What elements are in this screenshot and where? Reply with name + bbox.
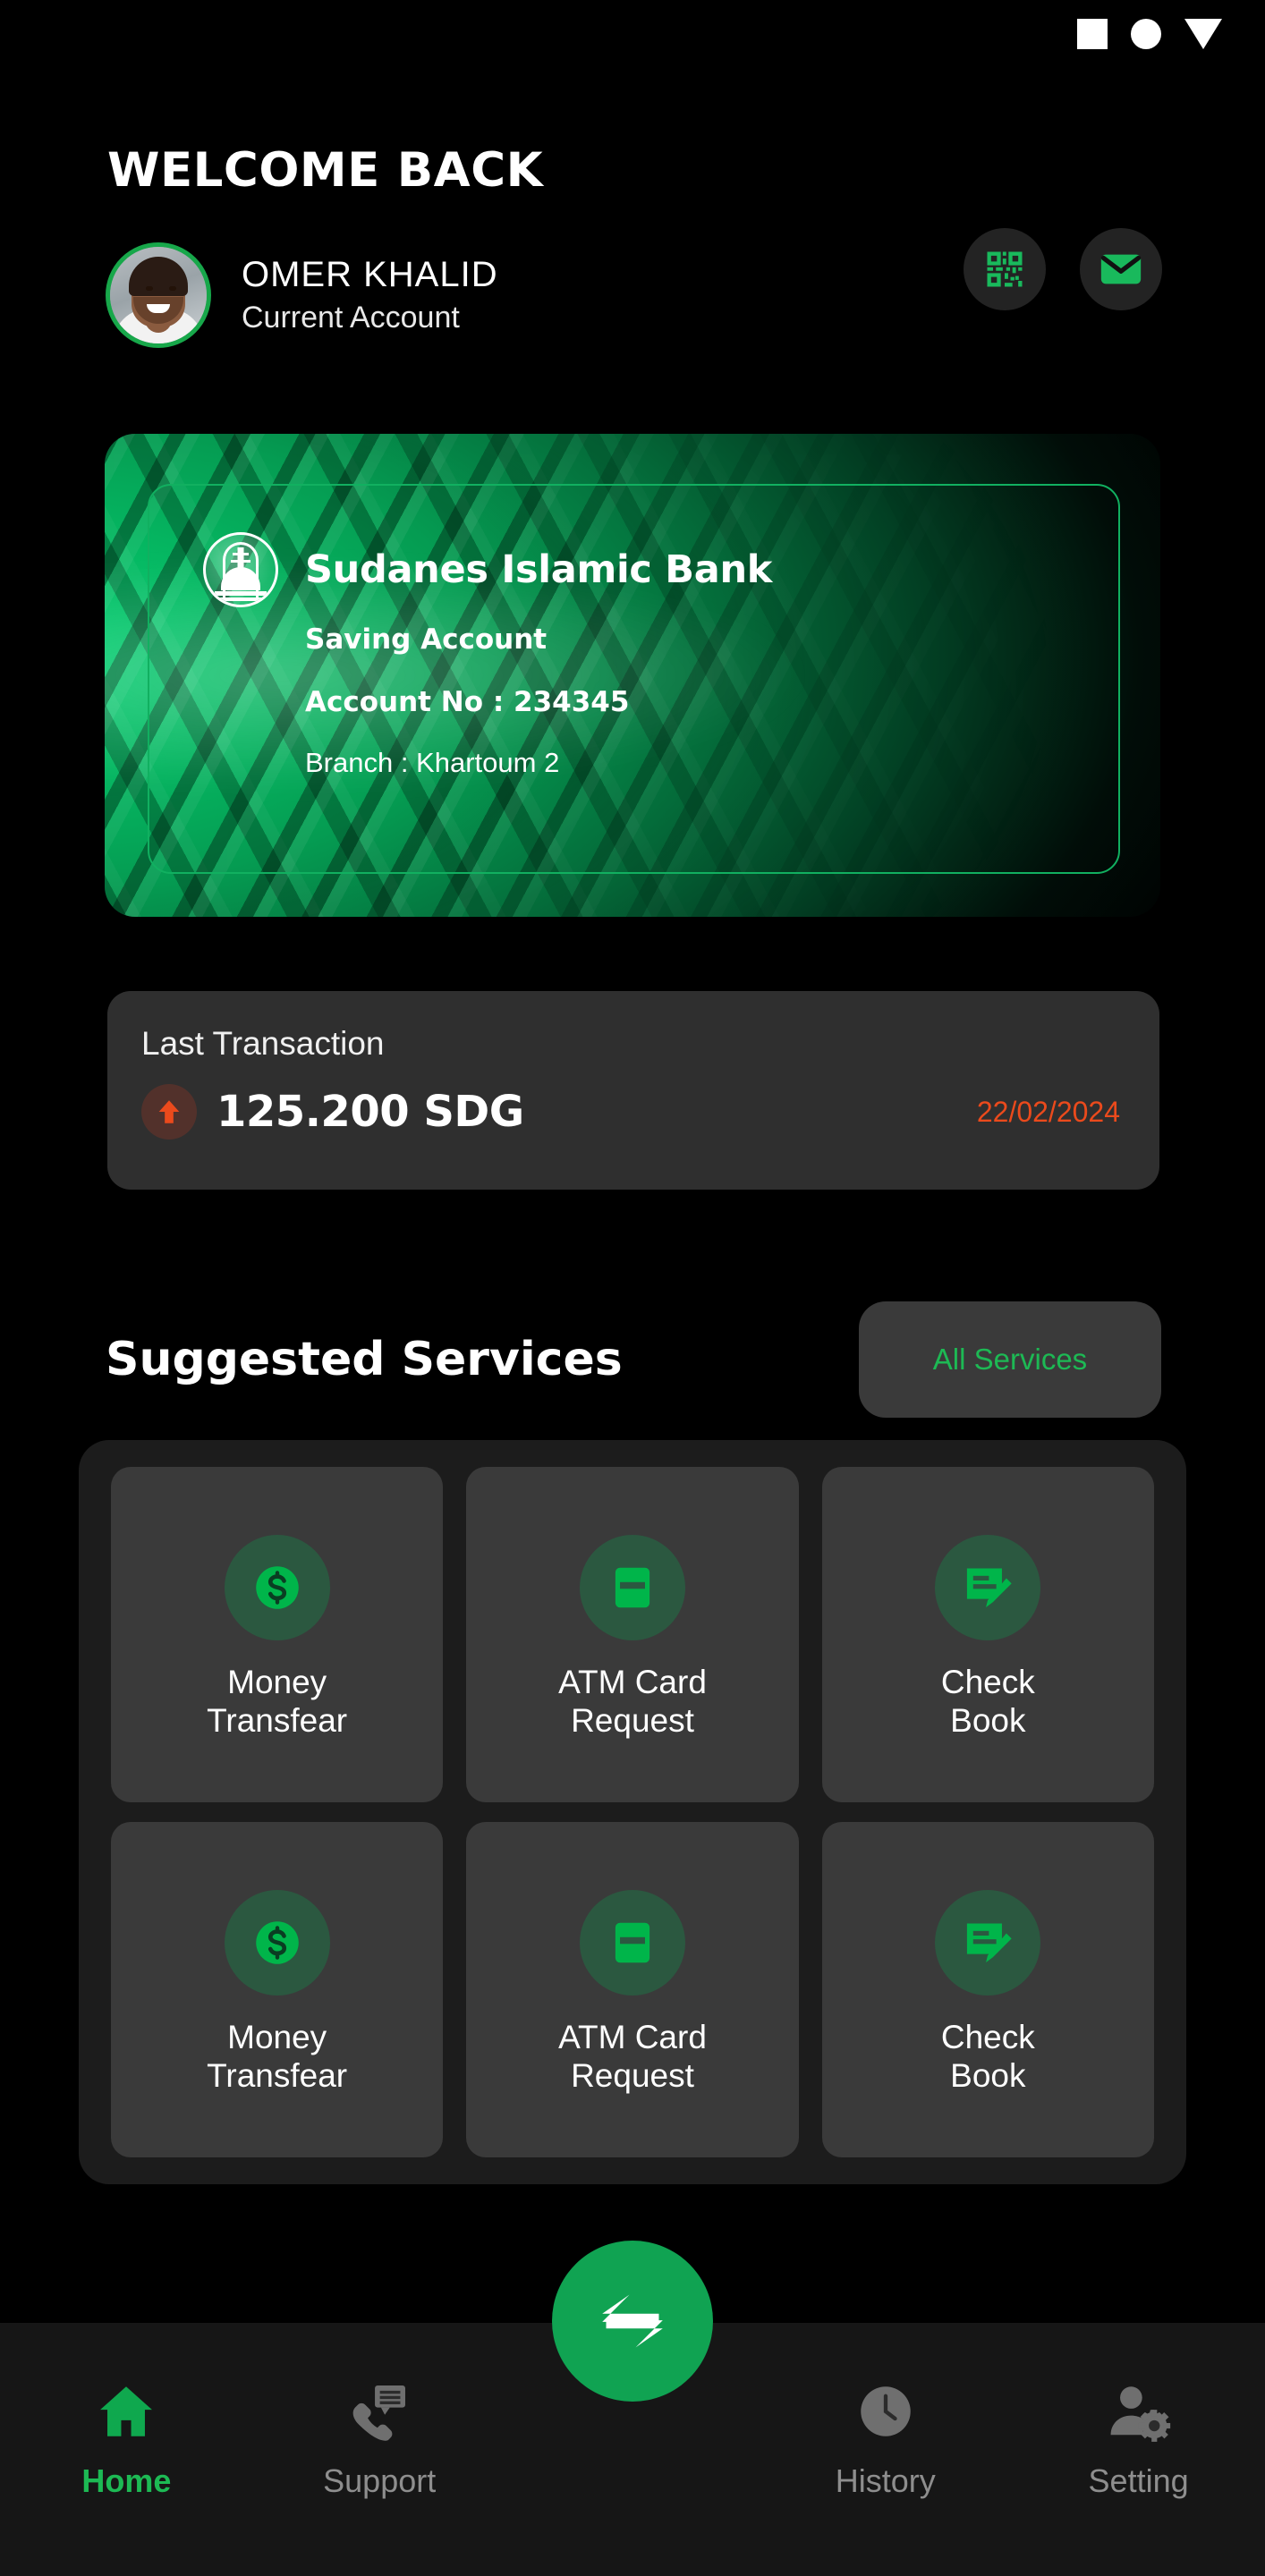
account-type-label: Current Account (242, 300, 460, 335)
transfer-fab-button[interactable] (552, 2241, 713, 2402)
all-services-button[interactable]: All Services (859, 1301, 1161, 1418)
home-icon (100, 2386, 153, 2436)
nav-label: Setting (1088, 2462, 1189, 2499)
status-bar (0, 0, 1265, 68)
arrow-up-icon (141, 1084, 197, 1140)
qr-code-button[interactable] (964, 228, 1046, 310)
dollar-circle-icon (224, 1889, 330, 1996)
service-tile-money-transfear[interactable]: Money Transfear (111, 1822, 444, 2157)
check-edit-icon (935, 1889, 1041, 1996)
circle-icon (1131, 19, 1161, 49)
service-label: ATM Card Request (558, 1663, 707, 1739)
suggested-services-header: Suggested Services All Services (106, 1301, 1161, 1418)
square-icon (1077, 19, 1108, 49)
last-transaction-card[interactable]: Last Transaction 125.200 SDG 22/02/2024 (107, 991, 1159, 1190)
page-title: WELCOME BACK (107, 143, 544, 198)
phone-chat-icon (352, 2385, 406, 2441)
service-label: Money Transfear (207, 2018, 348, 2094)
service-label: Money Transfear (207, 1663, 348, 1739)
card-account-number: Account No : 234345 (305, 686, 630, 718)
service-label: Check Book (940, 1663, 1035, 1739)
qr-code-icon (987, 251, 1023, 287)
mail-button[interactable] (1080, 228, 1162, 310)
credit-card-icon (579, 1534, 685, 1640)
service-tile-atm-card-request[interactable]: ATM Card Request (466, 1467, 799, 1802)
last-transaction-date: 22/02/2024 (976, 1095, 1120, 1128)
nav-label: History (835, 2462, 936, 2499)
bank-account-card[interactable]: Sudanes Islamic Bank Saving Account Acco… (105, 434, 1160, 917)
services-row: Money Transfear ATM Card Request Check B… (111, 1467, 1154, 1802)
service-tile-check-book[interactable]: Check Book (821, 1822, 1154, 2157)
last-transaction-amount: 125.200 SDG (216, 1087, 524, 1137)
card-branch: Branch : Khartoum 2 (305, 747, 560, 778)
nav-item-setting[interactable]: Setting (1012, 2378, 1265, 2500)
nav-item-support[interactable]: Support (253, 2378, 506, 2500)
suggested-services-title: Suggested Services (106, 1333, 623, 1386)
services-grid: Money Transfear ATM Card Request Check B… (79, 1440, 1186, 2184)
check-edit-icon (935, 1534, 1041, 1640)
credit-card-icon (579, 1889, 685, 1996)
nav-item-history[interactable]: History (759, 2378, 1012, 2500)
service-tile-check-book[interactable]: Check Book (821, 1467, 1154, 1802)
bank-name: Sudanes Islamic Bank (305, 547, 773, 592)
nav-label: Support (323, 2462, 437, 2499)
all-services-label: All Services (932, 1343, 1088, 1376)
header-actions (964, 228, 1162, 310)
nav-item-home[interactable]: Home (0, 2378, 253, 2500)
services-row: Money Transfear ATM Card Request Check B… (111, 1822, 1154, 2157)
dollar-circle-icon (224, 1534, 330, 1640)
service-label: ATM Card Request (558, 2018, 707, 2094)
triangle-down-icon (1184, 19, 1222, 49)
service-tile-atm-card-request[interactable]: ATM Card Request (466, 1822, 799, 2157)
service-tile-money-transfear[interactable]: Money Transfear (111, 1467, 444, 1802)
envelope-icon (1100, 254, 1142, 284)
last-transaction-title: Last Transaction (141, 1025, 385, 1062)
service-label: Check Book (940, 2018, 1035, 2094)
clock-icon (861, 2386, 911, 2436)
card-account-type: Saving Account (305, 623, 548, 656)
user-gear-icon (1110, 2386, 1170, 2442)
transfer-arrows-icon (602, 2294, 663, 2348)
user-name: OMER KHALID (242, 255, 498, 295)
bank-card-panel: Sudanes Islamic Bank Saving Account Acco… (148, 484, 1120, 874)
nav-label: Home (81, 2462, 172, 2499)
avatar[interactable] (106, 242, 211, 348)
mosque-dome-icon (203, 532, 278, 607)
